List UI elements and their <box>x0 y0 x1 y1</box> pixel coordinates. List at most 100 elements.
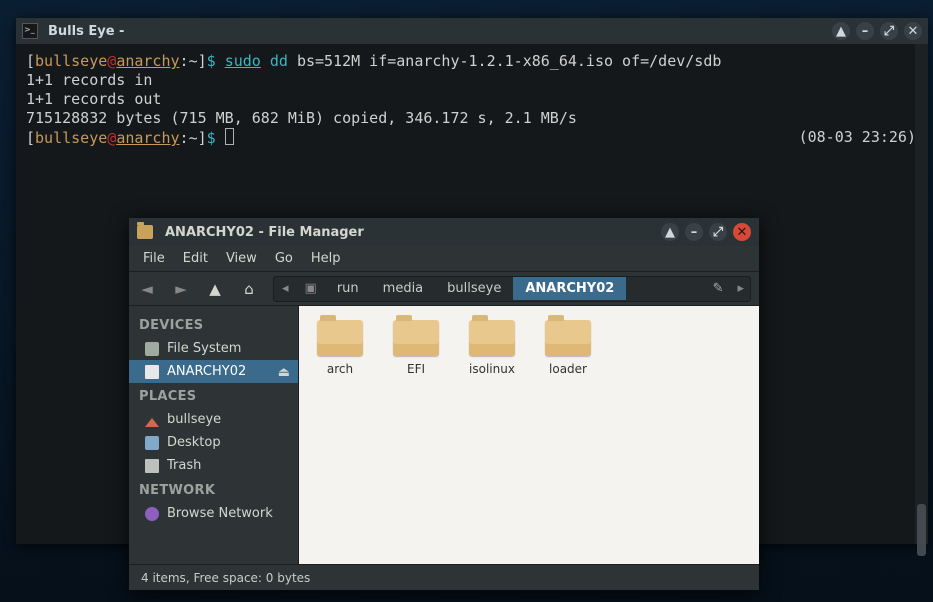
folder-item[interactable]: arch <box>313 320 367 376</box>
folder-icon <box>137 225 153 239</box>
eject-icon[interactable]: ⏏ <box>278 365 290 380</box>
prompt-dollar: $ <box>207 52 216 70</box>
cmd-sudo: sudo <box>225 52 261 70</box>
fm-titlebar[interactable]: ANARCHY02 - File Manager ▲ – ⤢ ✕ <box>129 218 759 246</box>
sidebar-item-label: ANARCHY02 <box>167 364 246 379</box>
path-seg-run[interactable]: run <box>325 277 371 300</box>
prompt-sep: : <box>180 52 189 70</box>
sidebar-item-trash[interactable]: Trash <box>129 454 298 477</box>
folder-label: EFI <box>389 362 443 376</box>
term-output-line: 1+1 records in <box>26 71 152 89</box>
prompt-close: ] <box>198 52 207 70</box>
path-device-icon[interactable]: ▣ <box>297 277 325 300</box>
scrollbar-thumb[interactable] <box>917 504 926 556</box>
nav-forward-button[interactable]: ► <box>171 280 191 298</box>
sidebar-item-label: Browse Network <box>167 506 273 521</box>
fm-menubar: File Edit View Go Help <box>129 246 759 272</box>
nav-home-button[interactable]: ⌂ <box>239 280 259 298</box>
terminal-titlebar[interactable]: Bulls Eye - ▲ – ⤢ ✕ <box>16 18 928 44</box>
sidebar-header-places: PLACES <box>129 383 298 408</box>
terminal-title: Bulls Eye - <box>48 24 826 39</box>
desktop-icon <box>145 436 159 450</box>
terminal-icon <box>22 23 38 39</box>
sidebar-item-label: File System <box>167 341 241 356</box>
folder-item[interactable]: isolinux <box>465 320 519 376</box>
sidebar-item-label: bullseye <box>167 412 221 427</box>
path-history-icon[interactable]: ◂ <box>274 277 297 300</box>
folder-label: loader <box>541 362 595 376</box>
sidebar-item-label: Desktop <box>167 435 221 450</box>
nav-up-button[interactable]: ▲ <box>205 280 225 298</box>
sidebar-item-volume[interactable]: ANARCHY02 ⏏ <box>129 360 298 383</box>
sidebar-item-browse-network[interactable]: Browse Network <box>129 502 298 525</box>
sidebar-item-home[interactable]: bullseye <box>129 408 298 431</box>
folder-item[interactable]: loader <box>541 320 595 376</box>
prompt-dollar: $ <box>207 129 216 147</box>
folder-label: arch <box>313 362 367 376</box>
file-manager-window: ANARCHY02 - File Manager ▲ – ⤢ ✕ File Ed… <box>129 218 759 590</box>
cmd-args: bs=512M if=anarchy-1.2.1-x86_64.iso of=/… <box>297 52 721 70</box>
term-output-line: 715128832 bytes (715 MB, 682 MiB) copied… <box>26 109 577 127</box>
path-seg-volume[interactable]: ANARCHY02 <box>513 277 626 300</box>
minimize-button[interactable]: – <box>856 22 874 40</box>
fm-main: DEVICES File System ANARCHY02 ⏏ PLACES bu… <box>129 306 759 564</box>
menu-view[interactable]: View <box>218 248 265 269</box>
fm-toolbar: ◄ ► ▲ ⌂ ◂ ▣ run media bullseye ANARCHY02… <box>129 272 759 306</box>
maximize-button[interactable]: ⤢ <box>709 223 727 241</box>
terminal-scrollbar[interactable] <box>915 44 928 544</box>
term-output-line: 1+1 records out <box>26 90 161 108</box>
maximize-button[interactable]: ⤢ <box>880 22 898 40</box>
prompt-open: [ <box>26 129 35 147</box>
shade-button[interactable]: ▲ <box>832 22 850 40</box>
path-overflow-icon[interactable]: ▸ <box>731 277 750 300</box>
sidebar-header-network: NETWORK <box>129 477 298 502</box>
sidebar-item-desktop[interactable]: Desktop <box>129 431 298 454</box>
path-seg-media[interactable]: media <box>371 277 436 300</box>
prompt-close: ] <box>198 129 207 147</box>
folder-item[interactable]: EFI <box>389 320 443 376</box>
network-icon <box>145 507 159 521</box>
status-text: 4 items, Free space: 0 bytes <box>141 571 310 585</box>
prompt-path: ~ <box>189 52 198 70</box>
prompt-path: ~ <box>189 129 198 147</box>
prompt-host: anarchy <box>116 129 179 147</box>
minimize-button[interactable]: – <box>685 223 703 241</box>
sidebar-item-label: Trash <box>167 458 201 473</box>
prompt-user: bullseye <box>35 129 107 147</box>
sidebar-item-filesystem[interactable]: File System <box>129 337 298 360</box>
cursor <box>225 128 234 145</box>
path-bar: ◂ ▣ run media bullseye ANARCHY02 ✎ ▸ <box>273 276 751 302</box>
path-edit-icon[interactable]: ✎ <box>705 277 732 300</box>
prompt-at: @ <box>107 52 116 70</box>
menu-edit[interactable]: Edit <box>175 248 216 269</box>
menu-file[interactable]: File <box>135 248 173 269</box>
cmd-dd: dd <box>270 52 288 70</box>
terminal-clock: (08-03 23:26) <box>799 128 916 147</box>
fm-sidebar: DEVICES File System ANARCHY02 ⏏ PLACES bu… <box>129 306 299 564</box>
prompt-user: bullseye <box>35 52 107 70</box>
folder-label: isolinux <box>465 362 519 376</box>
prompt-at: @ <box>107 129 116 147</box>
close-button[interactable]: ✕ <box>733 223 751 241</box>
prompt-host: anarchy <box>116 52 179 70</box>
usb-icon <box>145 365 159 379</box>
sidebar-header-devices: DEVICES <box>129 312 298 337</box>
shade-button[interactable]: ▲ <box>661 223 679 241</box>
home-icon <box>145 413 159 427</box>
close-button[interactable]: ✕ <box>904 22 922 40</box>
fm-content[interactable]: arch EFI isolinux loader <box>299 306 759 564</box>
path-seg-user[interactable]: bullseye <box>435 277 513 300</box>
fm-statusbar: 4 items, Free space: 0 bytes <box>129 564 759 590</box>
fm-title: ANARCHY02 - File Manager <box>165 225 655 240</box>
disk-icon <box>145 342 159 356</box>
prompt-open: [ <box>26 52 35 70</box>
nav-back-button[interactable]: ◄ <box>137 280 157 298</box>
folder-icon <box>545 320 591 356</box>
menu-go[interactable]: Go <box>267 248 301 269</box>
menu-help[interactable]: Help <box>303 248 349 269</box>
trash-icon <box>145 459 159 473</box>
folder-icon <box>393 320 439 356</box>
folder-icon <box>317 320 363 356</box>
prompt-sep: : <box>180 129 189 147</box>
folder-icon <box>469 320 515 356</box>
